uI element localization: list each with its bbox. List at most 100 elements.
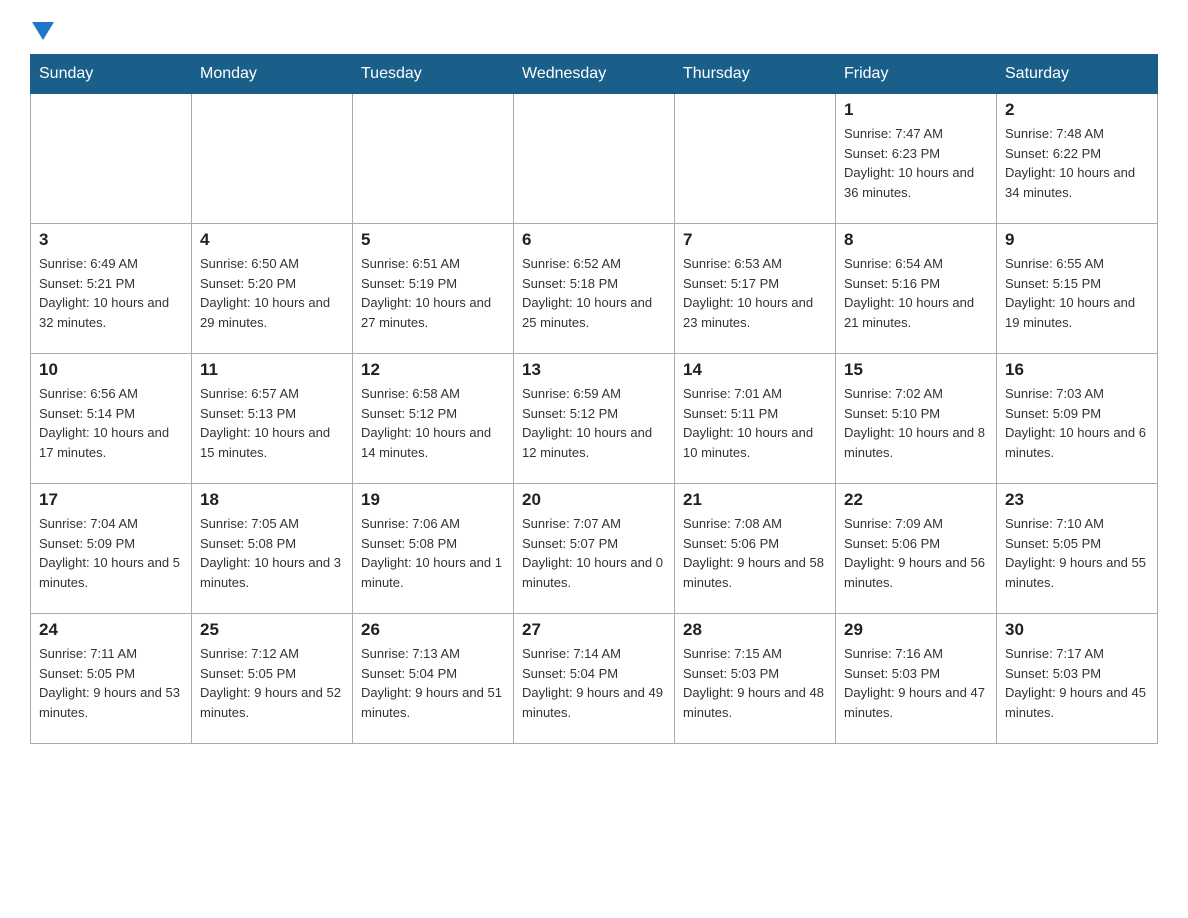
calendar-cell: 9 Sunrise: 6:55 AMSunset: 5:15 PMDaylight… bbox=[997, 224, 1158, 354]
day-info: Sunrise: 7:16 AMSunset: 5:03 PMDaylight:… bbox=[844, 644, 988, 722]
day-info: Sunrise: 7:10 AMSunset: 5:05 PMDaylight:… bbox=[1005, 514, 1149, 592]
day-number: 25 bbox=[200, 620, 344, 640]
day-info: Sunrise: 7:17 AMSunset: 5:03 PMDaylight:… bbox=[1005, 644, 1149, 722]
day-info: Sunrise: 6:55 AMSunset: 5:15 PMDaylight:… bbox=[1005, 254, 1149, 332]
calendar-cell: 27 Sunrise: 7:14 AMSunset: 5:04 PMDayligh… bbox=[514, 614, 675, 744]
calendar-cell: 1 Sunrise: 7:47 AMSunset: 6:23 PMDaylight… bbox=[836, 94, 997, 224]
calendar-cell: 19 Sunrise: 7:06 AMSunset: 5:08 PMDayligh… bbox=[353, 484, 514, 614]
day-info: Sunrise: 7:08 AMSunset: 5:06 PMDaylight:… bbox=[683, 514, 827, 592]
day-number: 30 bbox=[1005, 620, 1149, 640]
day-number: 20 bbox=[522, 490, 666, 510]
day-number: 21 bbox=[683, 490, 827, 510]
header-row: SundayMondayTuesdayWednesdayThursdayFrid… bbox=[31, 55, 1158, 94]
calendar-cell: 29 Sunrise: 7:16 AMSunset: 5:03 PMDayligh… bbox=[836, 614, 997, 744]
calendar-cell bbox=[675, 94, 836, 224]
day-info: Sunrise: 6:51 AMSunset: 5:19 PMDaylight:… bbox=[361, 254, 505, 332]
day-info: Sunrise: 6:57 AMSunset: 5:13 PMDaylight:… bbox=[200, 384, 344, 462]
week-row-4: 17 Sunrise: 7:04 AMSunset: 5:09 PMDayligh… bbox=[31, 484, 1158, 614]
day-info: Sunrise: 7:15 AMSunset: 5:03 PMDaylight:… bbox=[683, 644, 827, 722]
day-number: 13 bbox=[522, 360, 666, 380]
day-info: Sunrise: 7:09 AMSunset: 5:06 PMDaylight:… bbox=[844, 514, 988, 592]
day-number: 15 bbox=[844, 360, 988, 380]
calendar-cell: 7Sunrise: 6:53 AMSunset: 5:17 PMDaylight… bbox=[675, 224, 836, 354]
calendar-cell: 2 Sunrise: 7:48 AMSunset: 6:22 PMDaylight… bbox=[997, 94, 1158, 224]
day-info: Sunrise: 7:14 AMSunset: 5:04 PMDaylight:… bbox=[522, 644, 666, 722]
day-number: 1 bbox=[844, 100, 988, 120]
calendar-cell bbox=[192, 94, 353, 224]
week-row-3: 10Sunrise: 6:56 AMSunset: 5:14 PMDayligh… bbox=[31, 354, 1158, 484]
day-info: Sunrise: 7:47 AMSunset: 6:23 PMDaylight:… bbox=[844, 124, 988, 202]
calendar-cell: 21 Sunrise: 7:08 AMSunset: 5:06 PMDayligh… bbox=[675, 484, 836, 614]
calendar-cell: 16 Sunrise: 7:03 AMSunset: 5:09 PMDayligh… bbox=[997, 354, 1158, 484]
day-info: Sunrise: 6:59 AMSunset: 5:12 PMDaylight:… bbox=[522, 384, 666, 462]
logo-triangle-icon bbox=[32, 22, 54, 44]
day-info: Sunrise: 7:48 AMSunset: 6:22 PMDaylight:… bbox=[1005, 124, 1149, 202]
calendar-header: SundayMondayTuesdayWednesdayThursdayFrid… bbox=[31, 55, 1158, 94]
day-info: Sunrise: 7:13 AMSunset: 5:04 PMDaylight:… bbox=[361, 644, 505, 722]
calendar-cell: 23 Sunrise: 7:10 AMSunset: 5:05 PMDayligh… bbox=[997, 484, 1158, 614]
day-number: 22 bbox=[844, 490, 988, 510]
day-number: 23 bbox=[1005, 490, 1149, 510]
calendar-table: SundayMondayTuesdayWednesdayThursdayFrid… bbox=[30, 54, 1158, 744]
calendar-cell: 20 Sunrise: 7:07 AMSunset: 5:07 PMDayligh… bbox=[514, 484, 675, 614]
calendar-cell: 6 Sunrise: 6:52 AMSunset: 5:18 PMDaylight… bbox=[514, 224, 675, 354]
calendar-cell: 11 Sunrise: 6:57 AMSunset: 5:13 PMDayligh… bbox=[192, 354, 353, 484]
day-info: Sunrise: 6:54 AMSunset: 5:16 PMDaylight:… bbox=[844, 254, 988, 332]
day-info: Sunrise: 7:05 AMSunset: 5:08 PMDaylight:… bbox=[200, 514, 344, 592]
calendar-cell: 30 Sunrise: 7:17 AMSunset: 5:03 PMDayligh… bbox=[997, 614, 1158, 744]
day-info: Sunrise: 6:58 AMSunset: 5:12 PMDaylight:… bbox=[361, 384, 505, 462]
calendar-cell bbox=[514, 94, 675, 224]
day-number: 11 bbox=[200, 360, 344, 380]
header-day-tuesday: Tuesday bbox=[353, 55, 514, 94]
day-info: Sunrise: 7:12 AMSunset: 5:05 PMDaylight:… bbox=[200, 644, 344, 722]
calendar-cell: 3 Sunrise: 6:49 AMSunset: 5:21 PMDaylight… bbox=[31, 224, 192, 354]
page-header bbox=[30, 20, 1158, 44]
day-info: Sunrise: 7:07 AMSunset: 5:07 PMDaylight:… bbox=[522, 514, 666, 592]
day-number: 17 bbox=[39, 490, 183, 510]
day-number: 29 bbox=[844, 620, 988, 640]
calendar-cell: 17 Sunrise: 7:04 AMSunset: 5:09 PMDayligh… bbox=[31, 484, 192, 614]
day-number: 26 bbox=[361, 620, 505, 640]
week-row-5: 24 Sunrise: 7:11 AMSunset: 5:05 PMDayligh… bbox=[31, 614, 1158, 744]
day-number: 6 bbox=[522, 230, 666, 250]
day-number: 27 bbox=[522, 620, 666, 640]
day-number: 16 bbox=[1005, 360, 1149, 380]
calendar-cell: 22 Sunrise: 7:09 AMSunset: 5:06 PMDayligh… bbox=[836, 484, 997, 614]
day-info: Sunrise: 6:56 AMSunset: 5:14 PMDaylight:… bbox=[39, 384, 183, 462]
calendar-cell: 12 Sunrise: 6:58 AMSunset: 5:12 PMDayligh… bbox=[353, 354, 514, 484]
day-number: 24 bbox=[39, 620, 183, 640]
day-info: Sunrise: 6:50 AMSunset: 5:20 PMDaylight:… bbox=[200, 254, 344, 332]
day-info: Sunrise: 7:03 AMSunset: 5:09 PMDaylight:… bbox=[1005, 384, 1149, 462]
calendar-cell: 10Sunrise: 6:56 AMSunset: 5:14 PMDayligh… bbox=[31, 354, 192, 484]
day-info: Sunrise: 7:04 AMSunset: 5:09 PMDaylight:… bbox=[39, 514, 183, 592]
calendar-cell: 28 Sunrise: 7:15 AMSunset: 5:03 PMDayligh… bbox=[675, 614, 836, 744]
day-number: 4 bbox=[200, 230, 344, 250]
day-info: Sunrise: 6:52 AMSunset: 5:18 PMDaylight:… bbox=[522, 254, 666, 332]
header-day-thursday: Thursday bbox=[675, 55, 836, 94]
day-number: 9 bbox=[1005, 230, 1149, 250]
week-row-1: 1 Sunrise: 7:47 AMSunset: 6:23 PMDaylight… bbox=[31, 94, 1158, 224]
day-number: 5 bbox=[361, 230, 505, 250]
calendar-cell: 26 Sunrise: 7:13 AMSunset: 5:04 PMDayligh… bbox=[353, 614, 514, 744]
calendar-cell: 5 Sunrise: 6:51 AMSunset: 5:19 PMDaylight… bbox=[353, 224, 514, 354]
calendar-cell: 24 Sunrise: 7:11 AMSunset: 5:05 PMDayligh… bbox=[31, 614, 192, 744]
week-row-2: 3 Sunrise: 6:49 AMSunset: 5:21 PMDaylight… bbox=[31, 224, 1158, 354]
header-day-wednesday: Wednesday bbox=[514, 55, 675, 94]
day-info: Sunrise: 7:11 AMSunset: 5:05 PMDaylight:… bbox=[39, 644, 183, 722]
day-number: 28 bbox=[683, 620, 827, 640]
day-number: 19 bbox=[361, 490, 505, 510]
day-number: 12 bbox=[361, 360, 505, 380]
header-day-monday: Monday bbox=[192, 55, 353, 94]
day-number: 2 bbox=[1005, 100, 1149, 120]
calendar-cell: 4 Sunrise: 6:50 AMSunset: 5:20 PMDaylight… bbox=[192, 224, 353, 354]
day-info: Sunrise: 7:06 AMSunset: 5:08 PMDaylight:… bbox=[361, 514, 505, 592]
header-day-saturday: Saturday bbox=[997, 55, 1158, 94]
calendar-cell: 8Sunrise: 6:54 AMSunset: 5:16 PMDaylight… bbox=[836, 224, 997, 354]
day-number: 18 bbox=[200, 490, 344, 510]
header-day-friday: Friday bbox=[836, 55, 997, 94]
day-info: Sunrise: 7:02 AMSunset: 5:10 PMDaylight:… bbox=[844, 384, 988, 462]
day-info: Sunrise: 6:49 AMSunset: 5:21 PMDaylight:… bbox=[39, 254, 183, 332]
day-number: 3 bbox=[39, 230, 183, 250]
calendar-cell bbox=[353, 94, 514, 224]
calendar-cell: 15 Sunrise: 7:02 AMSunset: 5:10 PMDayligh… bbox=[836, 354, 997, 484]
